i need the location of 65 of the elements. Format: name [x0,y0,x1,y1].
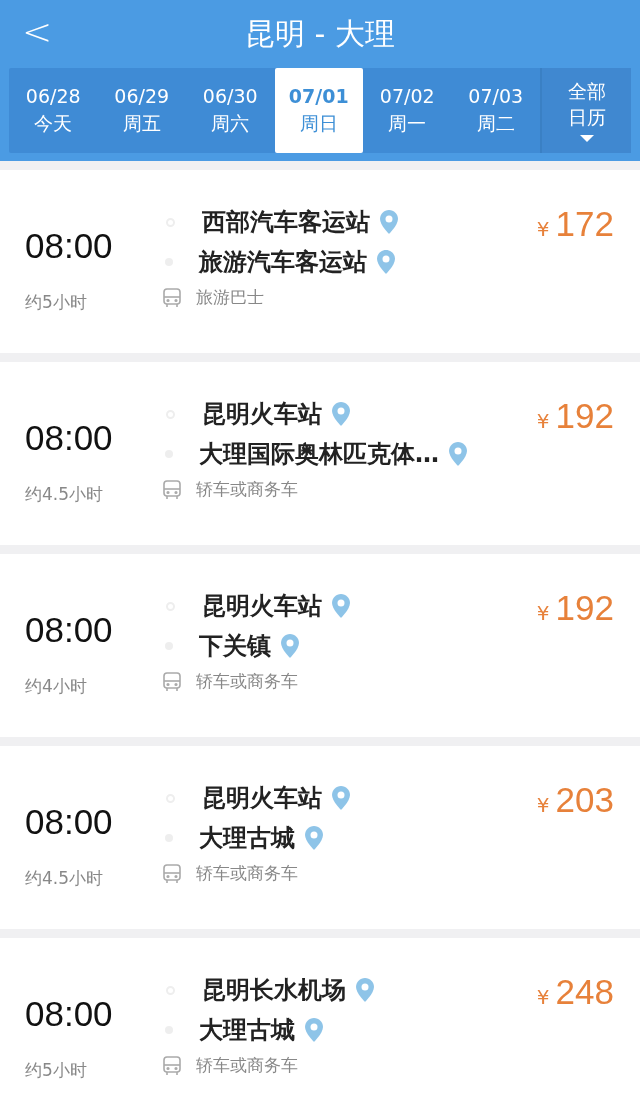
ticket-price: 172 [555,204,614,244]
currency-symbol: ¥ [536,793,550,817]
currency-symbol: ¥ [536,409,550,433]
calendar-button[interactable]: 全部 日历 [540,68,631,153]
location-pin-icon [305,826,323,850]
destination-station: 下关镇 [199,631,271,662]
duration-text: 约4小时 [25,675,87,698]
bus-icon [162,479,182,500]
date-tab[interactable]: 06/28 今天 [9,68,98,153]
vehicle-type: 轿车或商务车 [196,478,298,501]
bus-icon [162,287,182,308]
date-tab[interactable]: 07/03 周二 [451,68,540,153]
destination-station: 大理古城 [199,1015,295,1046]
departure-time: 08:00 [25,610,113,650]
location-pin-icon [281,634,299,658]
vehicle-type: 轿车或商务车 [196,862,298,885]
ticket-price: 203 [555,780,614,820]
page-title: 昆明 - 大理 [245,14,395,53]
destination-station: 旅游汽车客运站 [199,247,367,278]
origin-station: 昆明长水机场 [202,975,346,1006]
departure-time: 08:00 [25,994,113,1034]
departure-time: 08:00 [25,418,113,458]
vehicle-type: 轿车或商务车 [196,670,298,693]
date-tab[interactable]: 06/30 周六 [186,68,275,153]
trip-card[interactable]: 08:00 约4.5小时 昆明火车站 大理国际奥林匹克体… 轿车或商务车 ¥ 192 [0,362,640,545]
location-pin-icon [377,250,395,274]
departure-time: 08:00 [25,802,113,842]
date-tab[interactable]: 07/01 周日 [274,68,363,153]
date-tab[interactable]: 06/29 周五 [97,68,186,153]
ticket-price: 192 [555,396,614,436]
origin-station: 昆明火车站 [202,783,322,814]
caret-icon [579,135,594,142]
currency-symbol: ¥ [536,601,550,625]
origin-station: 昆明火车站 [202,399,322,430]
destination-station: 大理国际奥林匹克体… [199,439,439,470]
vehicle-type: 旅游巴士 [196,286,264,309]
trip-card[interactable]: 08:00 约5小时 昆明长水机场 大理古城 轿车或商务车 ¥ 248 [0,938,640,1099]
bus-icon [162,1055,182,1076]
currency-symbol: ¥ [536,985,550,1009]
trip-card[interactable]: 08:00 约4.5小时 昆明火车站 大理古城 轿车或商务车 ¥ 203 [0,746,640,929]
date-tab[interactable]: 07/02 周一 [363,68,452,153]
duration-text: 约5小时 [25,291,87,314]
departure-time: 08:00 [25,226,113,266]
duration-text: 约4.5小时 [25,867,104,890]
destination-station: 大理古城 [199,823,295,854]
duration-text: 约5小时 [25,1059,87,1082]
trip-card[interactable]: 08:00 约4小时 昆明火车站 下关镇 轿车或商务车 ¥ 192 [0,554,640,737]
location-pin-icon [356,978,374,1002]
trip-card[interactable]: 08:00 约5小时 西部汽车客运站 旅游汽车客运站 旅游巴士 ¥ 172 [0,170,640,353]
duration-text: 约4.5小时 [25,483,104,506]
back-button[interactable]: < [22,12,53,52]
bus-icon [162,863,182,884]
origin-station: 西部汽车客运站 [202,207,370,238]
bus-icon [162,671,182,692]
currency-symbol: ¥ [536,217,550,241]
location-pin-icon [305,1018,323,1042]
location-pin-icon [449,442,467,466]
location-pin-icon [332,402,350,426]
location-pin-icon [332,786,350,810]
ticket-price: 248 [555,972,614,1012]
location-pin-icon [380,210,398,234]
location-pin-icon [332,594,350,618]
ticket-price: 192 [555,588,614,628]
origin-station: 昆明火车站 [202,591,322,622]
vehicle-type: 轿车或商务车 [196,1054,298,1077]
